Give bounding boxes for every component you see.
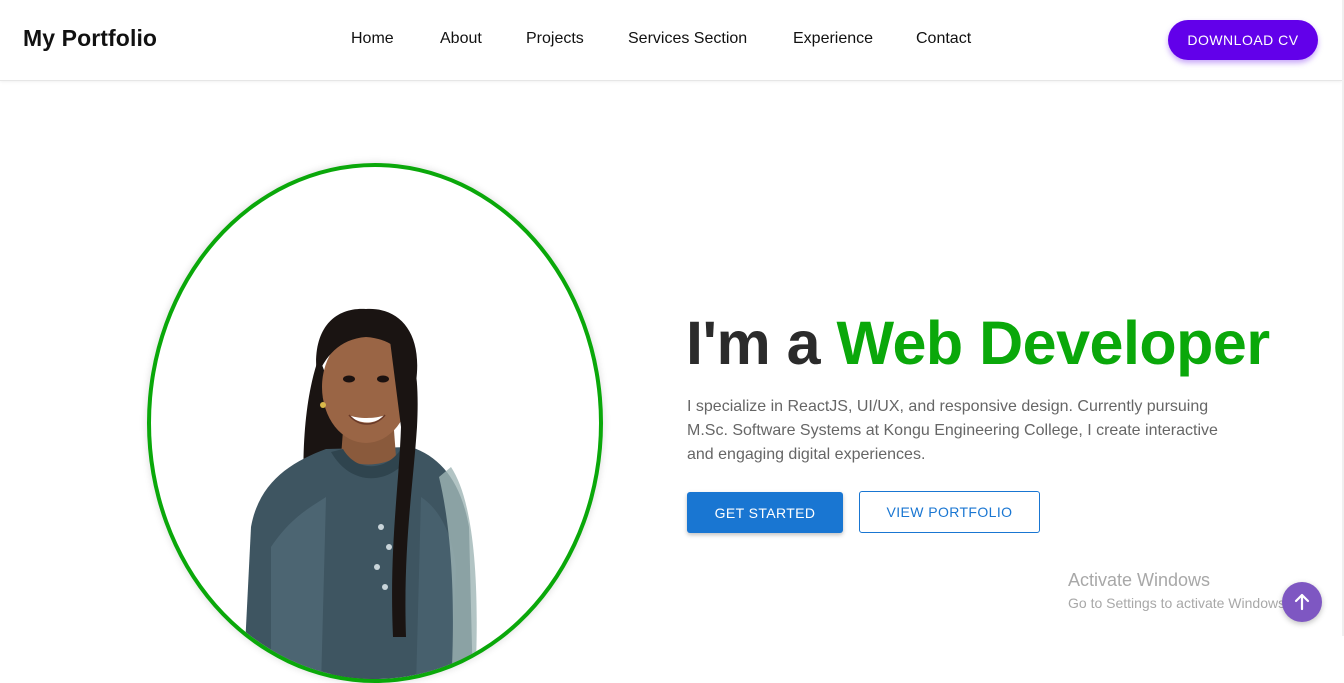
arrow-up-icon (1294, 593, 1310, 611)
navbar: My Portfolio Home About Projects Service… (0, 0, 1342, 81)
profile-photo (243, 308, 477, 679)
nav-home[interactable]: Home (351, 30, 394, 48)
download-cv-button[interactable]: DOWNLOAD CV (1168, 20, 1318, 60)
nav-links: Home About Projects Services Section Exp… (0, 30, 1342, 50)
activate-windows-subtitle: Go to Settings to activate Windows. (1068, 595, 1289, 611)
nav-projects[interactable]: Projects (526, 30, 584, 48)
get-started-button[interactable]: GET STARTED (687, 492, 843, 533)
hero-heading-prefix: I'm a (686, 309, 837, 377)
scroll-to-top-button[interactable] (1282, 582, 1322, 622)
hero-heading: I'm a Web Developer (686, 308, 1270, 378)
nav-contact[interactable]: Contact (916, 30, 971, 48)
nav-services-section[interactable]: Services Section (628, 30, 747, 48)
nav-about[interactable]: About (440, 30, 482, 48)
hero-heading-highlight: Web Developer (836, 309, 1271, 377)
activate-windows-watermark: Activate Windows Go to Settings to activ… (1068, 570, 1289, 611)
profile-photo-frame (147, 163, 603, 683)
activate-windows-title: Activate Windows (1068, 570, 1211, 590)
nav-experience[interactable]: Experience (793, 30, 873, 48)
hero-description: I specialize in ReactJS, UI/UX, and resp… (687, 398, 1218, 463)
view-portfolio-button[interactable]: VIEW PORTFOLIO (859, 491, 1040, 533)
